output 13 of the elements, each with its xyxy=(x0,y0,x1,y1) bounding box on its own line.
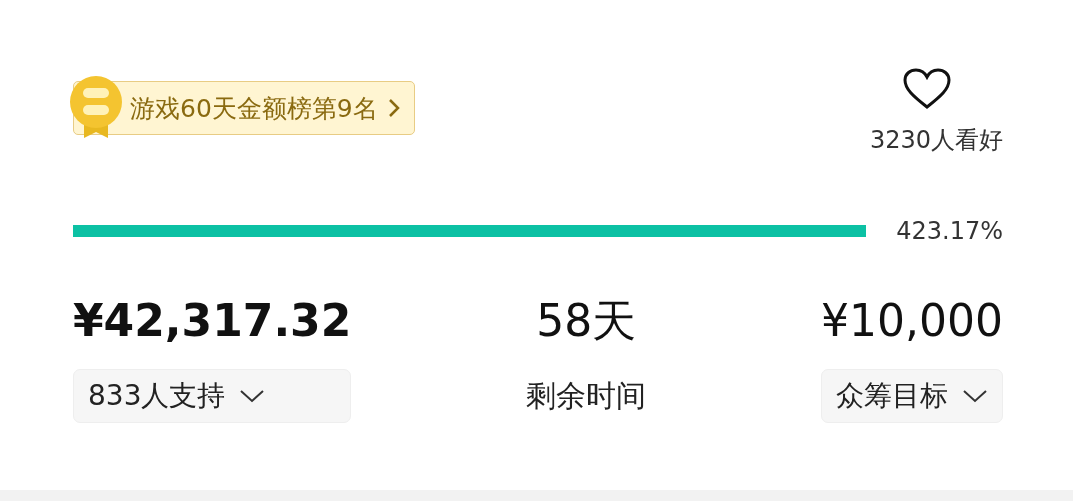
chevron-down-icon xyxy=(239,389,266,403)
heart-icon[interactable] xyxy=(903,68,951,110)
stat-value: ¥42,317.32 xyxy=(73,295,352,347)
chevron-right-icon xyxy=(387,98,400,118)
progress-percent: 423.17% xyxy=(896,217,1003,245)
dropdown-button[interactable]: 众筹目标 xyxy=(821,369,1003,423)
stat-value: ¥10,000 xyxy=(821,295,1003,347)
medal-icon xyxy=(68,74,124,140)
dropdown-button[interactable]: 833人支持 xyxy=(73,369,352,423)
supporter-count: 3230人看好 xyxy=(869,125,1003,156)
stat-label: 剩余时间 xyxy=(526,377,647,415)
stat-value: 58天 xyxy=(536,295,637,347)
chevron-down-icon xyxy=(962,389,988,403)
